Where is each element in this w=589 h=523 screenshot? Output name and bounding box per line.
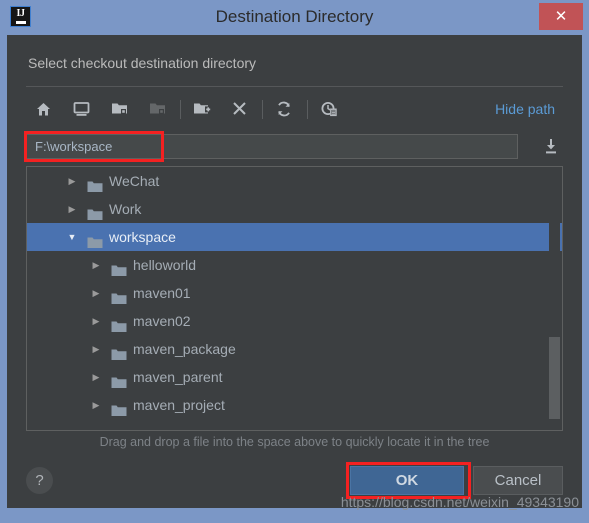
folder-icon: [111, 343, 127, 360]
drag-drop-hint: Drag and drop a file into the space abov…: [99, 435, 490, 449]
tree-row-label: Work: [109, 201, 142, 217]
toolbar-separator: [180, 100, 181, 119]
tree-row[interactable]: ▶ Work: [27, 195, 562, 223]
folder-icon: [87, 203, 103, 220]
tree-row[interactable]: ▶ maven_project: [27, 391, 562, 419]
tree-row[interactable]: ▼ workspace: [27, 223, 562, 251]
chevron-right-icon[interactable]: ▶: [65, 167, 79, 195]
tree-row[interactable]: ▶ maven02: [27, 307, 562, 335]
tree-row-label: maven01: [133, 285, 191, 301]
tree-row-label: WeChat: [109, 173, 160, 189]
show-hidden-icon[interactable]: [316, 97, 342, 123]
title-bar: IJ Destination Directory ✕: [0, 0, 589, 35]
window-title: Destination Directory: [215, 7, 374, 26]
chevron-down-icon[interactable]: ▼: [65, 223, 79, 251]
folder-icon: [111, 259, 127, 276]
hide-path-link[interactable]: Hide path: [495, 101, 555, 117]
tree-row[interactable]: ▶ WeChat: [27, 167, 562, 195]
header-divider: [26, 86, 563, 87]
home-icon[interactable]: [30, 97, 56, 123]
tree-row[interactable]: ▶ helloworld: [27, 251, 562, 279]
chevron-right-icon[interactable]: ▶: [89, 391, 103, 419]
desktop-icon[interactable]: [68, 97, 94, 123]
dialog-subtitle: Select checkout destination directory: [28, 55, 257, 71]
tree-row-label: maven_parent: [133, 369, 223, 385]
destination-directory-dialog: IJ Destination Directory ✕ Select checko…: [0, 0, 589, 523]
toolbar-separator: [307, 100, 308, 119]
tree-scrollbar-thumb[interactable]: [549, 337, 560, 419]
close-button[interactable]: ✕: [539, 3, 583, 30]
chevron-right-icon[interactable]: ▶: [89, 279, 103, 307]
folder-icon: [87, 175, 103, 192]
toolbar-separator: [262, 100, 263, 119]
watermark-text: https://blog.csdn.net/weixin_49343190: [340, 494, 579, 510]
module-folder-icon[interactable]: [144, 97, 170, 123]
file-chooser-toolbar: Hide path: [26, 92, 563, 128]
chevron-right-icon[interactable]: ▶: [89, 335, 103, 363]
cancel-button[interactable]: Cancel: [473, 466, 563, 495]
tree-row[interactable]: ▶ maven01: [27, 279, 562, 307]
chevron-right-icon[interactable]: ▶: [89, 251, 103, 279]
refresh-icon[interactable]: [271, 97, 297, 123]
chevron-right-icon[interactable]: ▶: [89, 307, 103, 335]
tree-row-label: workspace: [109, 229, 176, 245]
tree-rows: ▶ WeChat ▶ Work ▼ workspace ▶ helloworld ▶ maven0…: [27, 167, 562, 419]
chevron-right-icon[interactable]: ▶: [89, 363, 103, 391]
import-icon[interactable]: [541, 136, 563, 158]
tree-row-label: maven_project: [133, 397, 225, 413]
tree-row-label: maven02: [133, 313, 191, 329]
directory-tree[interactable]: ▶ WeChat ▶ Work ▼ workspace ▶ helloworld ▶ maven0…: [26, 166, 563, 431]
ok-button[interactable]: OK: [350, 466, 464, 495]
tree-row[interactable]: ▶ maven_package: [27, 335, 562, 363]
folder-icon: [87, 231, 103, 248]
dialog-body: Select checkout destination directory Hi…: [7, 35, 582, 510]
project-folder-icon[interactable]: [106, 97, 132, 123]
delete-icon[interactable]: [226, 97, 252, 123]
path-row: F:\workspace: [24, 131, 563, 164]
path-input[interactable]: F:\workspace: [26, 134, 518, 159]
tree-row-label: maven_package: [133, 341, 236, 357]
help-button[interactable]: ?: [26, 467, 53, 494]
tree-row[interactable]: ▶ maven_parent: [27, 363, 562, 391]
tree-row-label: helloworld: [133, 257, 197, 273]
new-folder-icon[interactable]: [189, 97, 215, 123]
folder-icon: [111, 287, 127, 304]
folder-icon: [111, 315, 127, 332]
folder-icon: [111, 399, 127, 416]
chevron-right-icon[interactable]: ▶: [65, 195, 79, 223]
folder-icon: [111, 371, 127, 388]
